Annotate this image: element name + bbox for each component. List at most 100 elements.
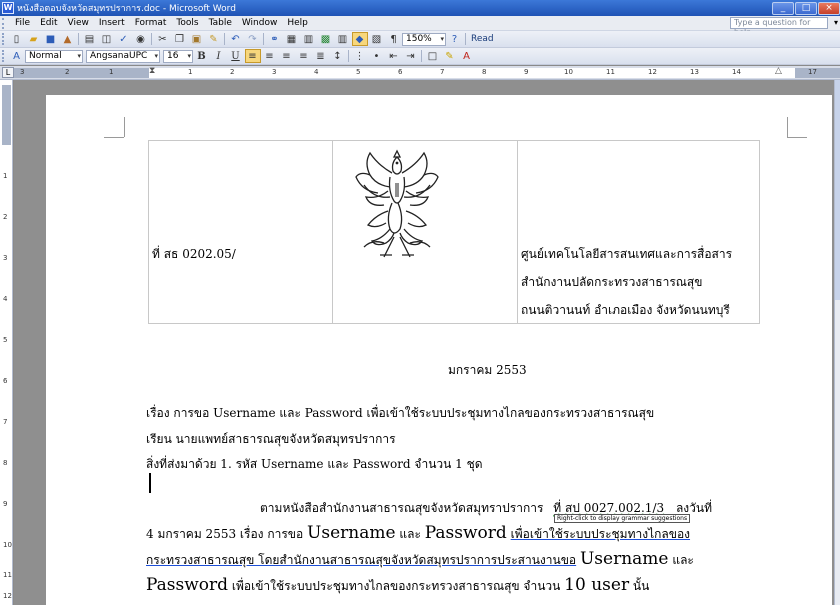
menu-tools[interactable]: Tools — [171, 18, 203, 28]
toolbar-separator — [224, 33, 225, 45]
line-spacing-icon[interactable]: ↕ — [330, 49, 346, 63]
ruler-mark: 10 — [564, 68, 573, 76]
italic-button[interactable]: I — [211, 49, 227, 63]
font-select[interactable]: AngsanaUPC ▾ — [86, 49, 160, 63]
body-text: เพื่อเข้าใช้ระบบประชุมทางไกลของกระทรวงสา… — [231, 579, 561, 593]
word-app-icon[interactable]: W — [2, 2, 14, 14]
decrease-indent-icon[interactable]: ⇤ — [386, 49, 402, 63]
print-icon[interactable]: ▤ — [82, 32, 98, 46]
toolbar-grip[interactable] — [2, 33, 5, 45]
numbering-icon[interactable]: ⋮ — [352, 49, 368, 63]
vertical-ruler[interactable]: 1 2 3 4 5 6 7 8 9 10 11 12 — [0, 80, 13, 605]
body-line-2: 4 มกราคม 2553 เรื่อง การขอ Username และ … — [146, 523, 690, 544]
cut-icon[interactable]: ✂ — [155, 32, 171, 46]
justify-icon[interactable]: ≡ — [296, 49, 312, 63]
spelling-flagged-text[interactable]: กระทรวงสาธารณสุข โดยสำนักงานสาธารณสุขจัง… — [146, 553, 576, 567]
undo-icon[interactable]: ↶ — [228, 32, 244, 46]
menu-grip[interactable] — [2, 17, 6, 29]
menu-edit[interactable]: Edit — [35, 18, 62, 28]
bullets-icon[interactable]: • — [369, 49, 385, 63]
ruler-mark: 6 — [398, 68, 403, 76]
document-workspace: ที่ สธ 0202.05/ ศูนย์เทคโนโลยีสารสนเทศแล… — [14, 80, 834, 605]
left-indent-marker[interactable]: ⧗ — [149, 66, 155, 76]
vruler-top-margin — [2, 85, 11, 145]
ruler-mark: 13 — [690, 68, 699, 76]
save-icon[interactable]: ■ — [43, 32, 59, 46]
menu-help[interactable]: Help — [282, 18, 313, 28]
vertical-scrollbar[interactable] — [834, 80, 840, 605]
bold-button[interactable]: B — [194, 49, 210, 63]
tab-selector-button[interactable]: L — [2, 67, 14, 78]
menu-file[interactable]: File — [10, 18, 35, 28]
paste-icon[interactable]: ▣ — [189, 32, 205, 46]
highlight-icon[interactable]: ✎ — [442, 49, 458, 63]
columns-icon[interactable]: ▥ — [335, 32, 351, 46]
show-hide-icon[interactable]: ¶ — [386, 32, 402, 46]
drawing-icon[interactable]: ◆ — [351, 32, 368, 46]
spelling-flagged-text[interactable]: เพื่อเข้าใช้ระบบประชุมทางไกลของ — [511, 527, 690, 541]
spelling-icon[interactable]: ✓ — [116, 32, 132, 46]
close-button[interactable]: × — [818, 1, 840, 15]
window-title: หนังสือตอบจังหวัดสมุทรปราการ.doc - Micro… — [17, 4, 236, 14]
hyperlink-icon[interactable]: ⚭ — [267, 32, 283, 46]
body-text: นั้น — [632, 579, 650, 593]
redo-icon[interactable]: ↷ — [245, 32, 261, 46]
body-text: และ — [399, 527, 421, 541]
menu-format[interactable]: Format — [130, 18, 172, 28]
menu-table[interactable]: Table — [204, 18, 237, 28]
styles-icon[interactable]: A — [9, 49, 25, 63]
font-color-icon[interactable]: A — [459, 49, 475, 63]
read-button[interactable]: Read — [468, 34, 497, 44]
menu-window[interactable]: Window — [237, 18, 283, 28]
permission-icon[interactable]: ▲ — [60, 32, 76, 46]
horizontal-ruler[interactable]: L 3 2 1 ⧗ 1 2 3 4 5 6 7 8 9 10 11 12 13 … — [0, 66, 840, 80]
table-column-divider — [332, 141, 333, 323]
window-controls: _ □ × — [772, 1, 840, 15]
scrollbar-thumb[interactable] — [835, 80, 840, 300]
org-line: ศูนย์เทคโนโลยีสารสนเทศและการสื่อสาร — [521, 247, 733, 261]
text-cursor — [149, 473, 151, 493]
vruler-mark: 5 — [3, 336, 8, 344]
document-page[interactable]: ที่ สธ 0202.05/ ศูนย์เทคโนโลยีสารสนเทศแล… — [46, 95, 832, 605]
copy-icon[interactable]: ❐ — [172, 32, 188, 46]
font-dropdown-icon: ▾ — [154, 51, 158, 60]
font-size-select[interactable]: 16 ▾ — [163, 49, 193, 63]
letterhead-table: ที่ สธ 0202.05/ ศูนย์เทคโนโลยีสารสนเทศแล… — [148, 140, 760, 324]
menu-insert[interactable]: Insert — [94, 18, 130, 28]
menu-bar: File Edit View Insert Format Tools Table… — [0, 16, 840, 37]
right-indent-marker[interactable]: △ — [775, 66, 782, 76]
insert-table-icon[interactable]: ▥ — [301, 32, 317, 46]
open-folder-icon[interactable]: ▰ — [26, 32, 42, 46]
grammar-flagged-text[interactable]: ที่ สป 0027.002.1/3 — [553, 501, 664, 515]
toolbar-separator — [78, 33, 79, 45]
help-dropdown-icon[interactable]: ▾ — [834, 18, 838, 27]
style-select[interactable]: Normal ▾ — [25, 49, 83, 63]
align-center-icon[interactable]: ≡ — [262, 49, 278, 63]
document-map-icon[interactable]: ▧ — [369, 32, 385, 46]
new-document-icon[interactable]: ▯ — [9, 32, 25, 46]
tables-borders-icon[interactable]: ▦ — [284, 32, 300, 46]
align-right-icon[interactable]: ≡ — [279, 49, 295, 63]
ruler-mark: 2 — [230, 68, 235, 76]
maximize-button[interactable]: □ — [795, 1, 817, 15]
menu-view[interactable]: View — [63, 18, 94, 28]
print-preview-icon[interactable]: ◫ — [99, 32, 115, 46]
font-size-value: 16 — [167, 50, 179, 61]
ruler-mark: 7 — [440, 68, 445, 76]
ruler-mark: 4 — [314, 68, 319, 76]
help-search-input[interactable]: Type a question for help — [730, 17, 828, 37]
toolbar-grip[interactable] — [2, 50, 5, 62]
border-icon[interactable]: □ — [425, 49, 441, 63]
crop-mark — [104, 137, 124, 138]
align-left-icon[interactable]: ≡ — [244, 49, 261, 63]
format-painter-icon[interactable]: ✎ — [206, 32, 222, 46]
help-icon[interactable]: ? — [447, 32, 463, 46]
minimize-button[interactable]: _ — [772, 1, 794, 15]
underline-button[interactable]: U — [228, 49, 244, 63]
increase-indent-icon[interactable]: ⇥ — [403, 49, 419, 63]
research-icon[interactable]: ◉ — [133, 32, 149, 46]
body-line-4: Password เพื่อเข้าใช้ระบบประชุมทางไกลของ… — [146, 575, 649, 596]
insert-excel-icon[interactable]: ▩ — [318, 32, 334, 46]
thai-distributed-icon[interactable]: ≣ — [313, 49, 329, 63]
zoom-select[interactable]: 150% ▾ — [402, 32, 446, 46]
